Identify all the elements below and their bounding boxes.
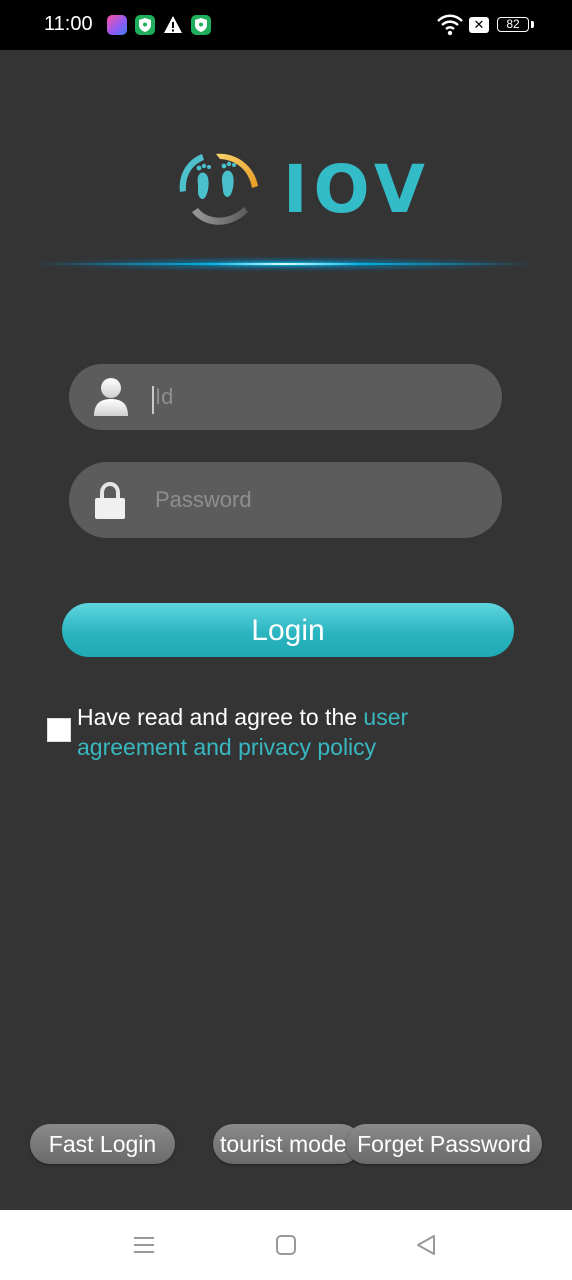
agreement-label: Have read and agree to the — [77, 704, 364, 730]
warning-icon — [163, 15, 183, 35]
forget-password-button[interactable]: Forget Password — [346, 1124, 542, 1164]
gallery-app-icon — [107, 15, 127, 35]
battery-tip — [531, 21, 534, 28]
agreement-checkbox[interactable] — [47, 718, 71, 742]
id-field[interactable] — [69, 364, 502, 430]
app-logo-text: IOV — [283, 151, 431, 228]
glow-divider-line — [40, 263, 530, 265]
shield-icon — [135, 15, 155, 35]
login-button[interactable]: Login — [62, 603, 514, 657]
battery-icon: 82 — [497, 17, 529, 32]
shield-icon — [191, 15, 211, 35]
system-nav-bar — [0, 1210, 572, 1280]
password-field[interactable] — [69, 462, 502, 538]
x-box-icon: ✕ — [469, 17, 489, 33]
status-time: 11:00 — [44, 13, 93, 35]
user-icon — [93, 377, 129, 422]
battery-level: 82 — [506, 17, 520, 31]
lock-icon — [93, 481, 127, 525]
id-input[interactable] — [153, 364, 482, 430]
back-triangle-icon[interactable] — [415, 1234, 437, 1261]
menu-icon[interactable] — [133, 1234, 155, 1261]
tourist-mode-button[interactable]: tourist mode — [213, 1124, 361, 1164]
password-input[interactable] — [153, 462, 482, 538]
wifi-icon — [437, 14, 463, 41]
agreement-text: Have read and agree to the user agreemen… — [77, 702, 517, 762]
fast-login-button[interactable]: Fast Login — [30, 1124, 175, 1164]
status-bar: 11:00 ✕ 82 — [0, 0, 572, 50]
home-square-icon[interactable] — [275, 1234, 297, 1261]
footprints-logo-icon — [172, 146, 264, 237]
